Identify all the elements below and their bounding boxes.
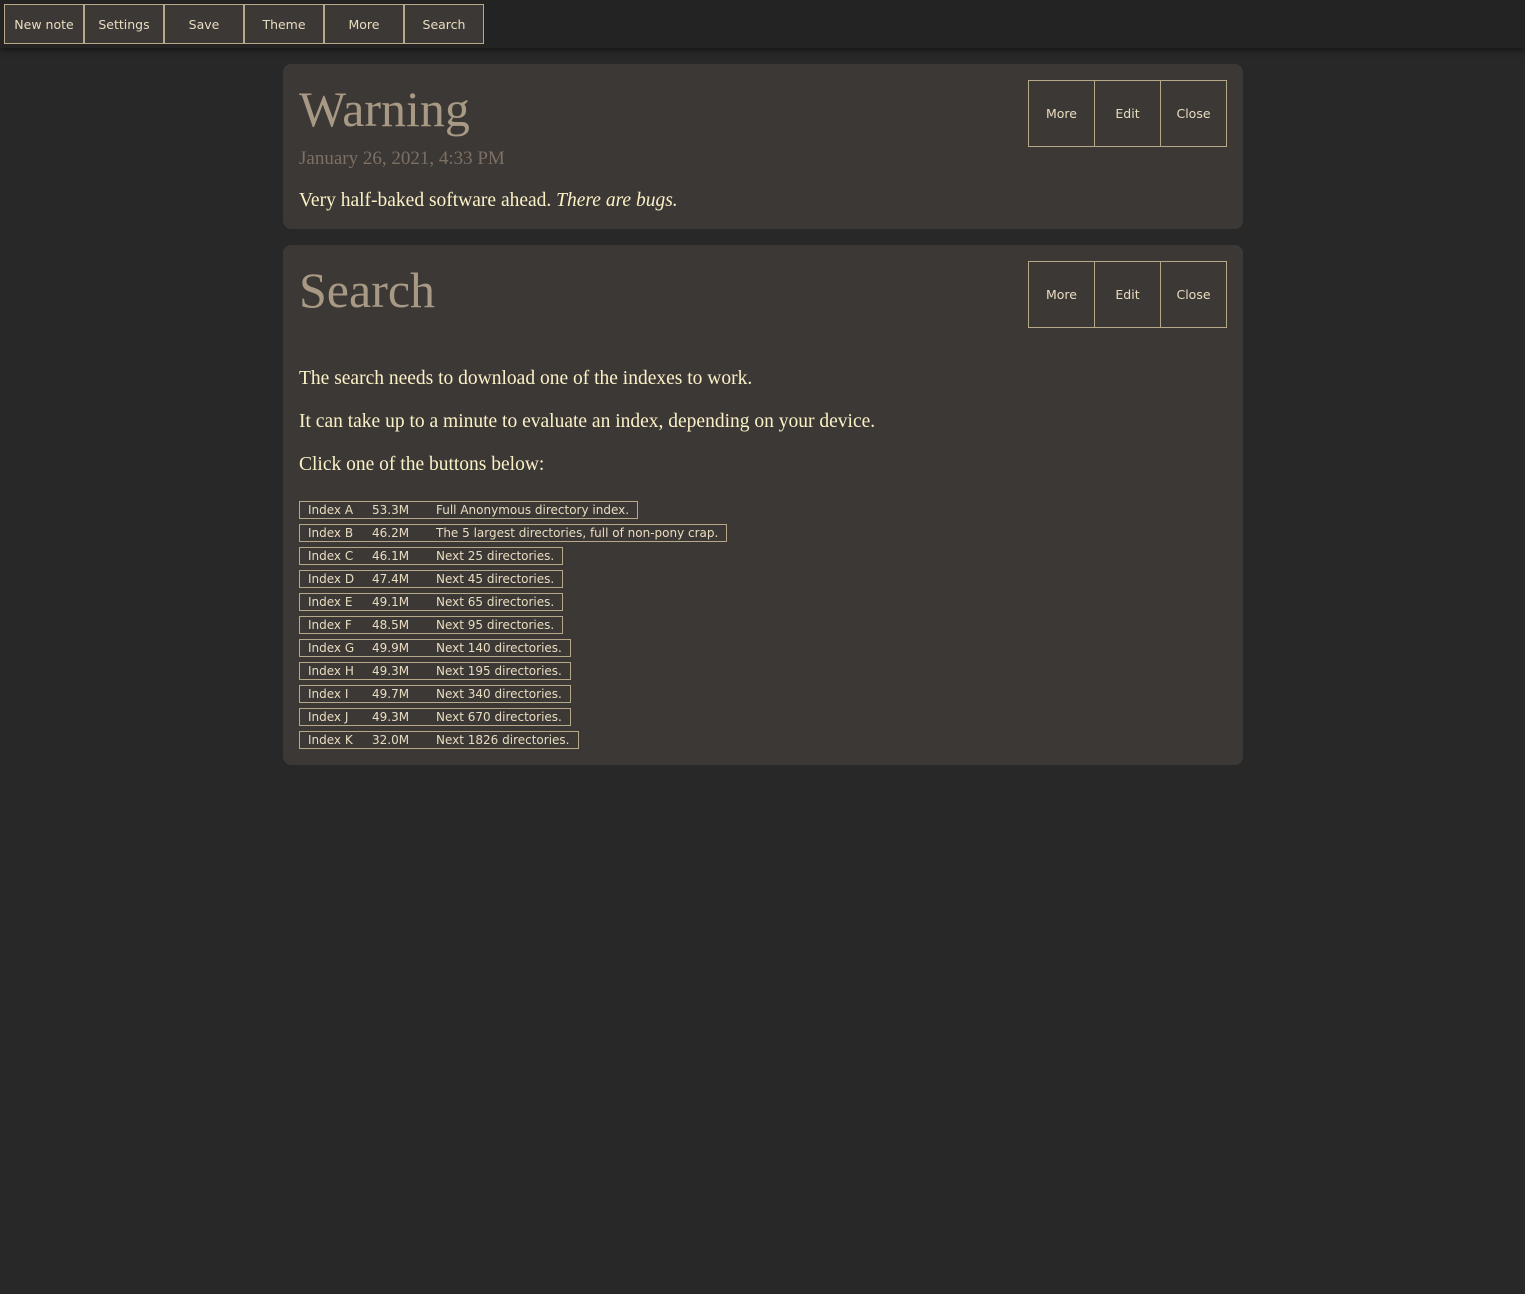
index-button[interactable]: Index J 49.3M Next 670 directories. xyxy=(299,708,571,726)
index-name: Index K xyxy=(308,733,353,747)
save-button[interactable]: Save xyxy=(164,4,244,44)
index-button[interactable]: Index F 48.5M Next 95 directories. xyxy=(299,616,564,634)
index-name: Index G xyxy=(308,641,355,655)
index-description: Next 140 directories. xyxy=(436,641,562,655)
index-size: 49.1M xyxy=(372,595,410,609)
card-title: Search xyxy=(299,262,436,318)
index-description: Next 65 directories. xyxy=(436,595,555,609)
index-description: Next 340 directories. xyxy=(436,687,562,701)
index-description: Next 670 directories. xyxy=(436,710,562,724)
index-button[interactable]: Index D 47.4M Next 45 directories. xyxy=(299,570,564,588)
index-description: The 5 largest directories, full of non-p… xyxy=(436,526,719,540)
index-size: 32.0M xyxy=(372,733,410,747)
warning-card: Warning January 26, 2021, 4:33 PM Very h… xyxy=(283,64,1243,229)
search-paragraph: It can take up to a minute to evaluate a… xyxy=(299,411,876,432)
index-size: 49.3M xyxy=(372,664,410,678)
index-name: Index H xyxy=(308,664,354,678)
new-note-button[interactable]: New note xyxy=(4,4,84,44)
index-name: Index F xyxy=(308,618,352,632)
index-size: 46.1M xyxy=(372,549,410,563)
index-size: 49.7M xyxy=(372,687,410,701)
search-card: Search More Edit Close The search needs … xyxy=(283,245,1243,765)
index-description: Next 45 directories. xyxy=(436,572,555,586)
index-name: Index E xyxy=(308,595,353,609)
index-name: Index D xyxy=(308,572,355,586)
index-size: 49.3M xyxy=(372,710,410,724)
index-size: 47.4M xyxy=(372,572,410,586)
index-size: 46.2M xyxy=(372,526,410,540)
warning-text: Very half-baked software ahead. xyxy=(299,190,552,211)
index-button[interactable]: Index I 49.7M Next 340 directories. xyxy=(299,685,571,703)
index-description: Next 25 directories. xyxy=(436,549,555,563)
more-button[interactable]: More xyxy=(324,4,404,44)
card-title: Warning xyxy=(299,81,470,137)
index-button[interactable]: Index H 49.3M Next 195 directories. xyxy=(299,662,571,680)
warning-emphasis: There are bugs. xyxy=(556,190,678,211)
search-paragraph: Click one of the buttons below: xyxy=(299,454,545,475)
index-button[interactable]: Index G 49.9M Next 140 directories. xyxy=(299,639,571,657)
index-name: Index B xyxy=(308,526,354,540)
card-text: Very half-baked software ahead. There ar… xyxy=(299,190,678,212)
index-size: 48.5M xyxy=(372,618,410,632)
index-button[interactable]: Index B 46.2M The 5 largest directories, f… xyxy=(299,524,728,542)
index-button[interactable]: Index A 53.3M Full Anonymous directory ind… xyxy=(299,501,639,519)
theme-button[interactable]: Theme xyxy=(244,4,324,44)
more-button[interactable]: More xyxy=(1028,80,1095,147)
index-size: 53.3M xyxy=(372,503,410,517)
search-button[interactable]: Search xyxy=(404,4,484,44)
close-button[interactable]: Close xyxy=(1160,80,1227,147)
card-date: January 26, 2021, 4:33 PM xyxy=(299,148,505,169)
index-description: Next 95 directories. xyxy=(436,618,555,632)
more-button[interactable]: More xyxy=(1028,261,1095,328)
edit-button[interactable]: Edit xyxy=(1094,261,1161,328)
search-paragraph: The search needs to download one of the … xyxy=(299,368,753,389)
index-name: Index C xyxy=(308,549,354,563)
index-button[interactable]: Index E 49.1M Next 65 directories. xyxy=(299,593,564,611)
index-button[interactable]: Index C 46.1M Next 25 directories. xyxy=(299,547,564,565)
index-description: Full Anonymous directory index. xyxy=(436,503,630,517)
index-button[interactable]: Index K 32.0M Next 1826 directories. xyxy=(299,731,579,749)
edit-button[interactable]: Edit xyxy=(1094,80,1161,147)
top-toolbar: New note Settings Save Theme More Search xyxy=(0,0,1525,48)
index-description: Next 1826 directories. xyxy=(436,733,570,747)
index-name: Index I xyxy=(308,687,349,701)
card-actions: More Edit Close xyxy=(1028,261,1227,328)
index-size: 49.9M xyxy=(372,641,410,655)
index-description: Next 195 directories. xyxy=(436,664,562,678)
card-actions: More Edit Close xyxy=(1028,80,1227,147)
index-name: Index A xyxy=(308,503,354,517)
settings-button[interactable]: Settings xyxy=(84,4,164,44)
index-name: Index J xyxy=(308,710,349,724)
close-button[interactable]: Close xyxy=(1160,261,1227,328)
